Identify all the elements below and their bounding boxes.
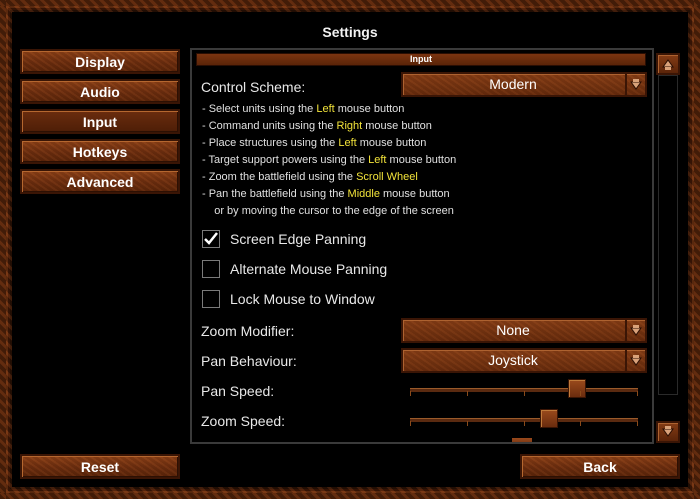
dropdown-arrow-icon <box>625 350 645 371</box>
slider-tick <box>637 391 638 396</box>
help-line: - Command units using the Right mouse bu… <box>202 120 432 132</box>
next-slider-thumb-partial <box>512 438 532 442</box>
slider-tick <box>410 421 411 426</box>
help-text: mouse button <box>379 188 450 200</box>
pan-speed-slider[interactable] <box>410 372 638 402</box>
help-text: - Select units using the <box>202 103 317 115</box>
slider-tick <box>580 421 581 426</box>
section-header: Input <box>196 53 646 66</box>
scroll-thumb[interactable] <box>658 75 678 395</box>
help-text: - Command units using the <box>202 120 337 132</box>
arrow-down-icon <box>662 426 674 437</box>
help-line: - Target support powers using the Left m… <box>202 154 456 166</box>
help-line: or by moving the cursor to the edge of t… <box>202 205 454 217</box>
dropdown-value: None <box>496 322 530 338</box>
slider-tick <box>467 391 468 396</box>
dropdown-arrow-icon <box>625 320 645 341</box>
slider-tick <box>410 391 411 396</box>
scroll-down-button[interactable] <box>656 421 680 443</box>
screen-edge-panning-checkbox[interactable] <box>202 230 220 248</box>
nav-item-label: Audio <box>80 83 120 100</box>
checkmark-icon <box>204 232 218 245</box>
arrow-up-icon <box>662 59 674 70</box>
lock-mouse-label: Lock Mouse to Window <box>230 291 375 307</box>
nav-item-hotkeys[interactable]: Hotkeys <box>20 139 180 164</box>
dropdown-arrow-icon <box>625 74 645 95</box>
dropdown-value: Joystick <box>488 352 538 368</box>
help-text: - Pan the battlefield using the <box>202 188 348 200</box>
help-line: - Select units using the Left mouse butt… <box>202 103 404 115</box>
zoom-modifier-dropdown[interactable]: None <box>401 318 647 343</box>
help-line: - Place structures using the Left mouse … <box>202 137 426 149</box>
zoom-modifier-label: Zoom Modifier: <box>201 323 295 339</box>
nav-item-audio[interactable]: Audio <box>20 79 180 104</box>
help-highlight: Middle <box>347 188 380 200</box>
slider-thumb[interactable] <box>568 379 586 398</box>
help-text: mouse button <box>334 103 405 115</box>
nav-item-label: Input <box>82 113 118 130</box>
help-highlight: Scroll Wheel <box>356 171 418 183</box>
nav-item-advanced[interactable]: Advanced <box>20 169 180 194</box>
slider-thumb[interactable] <box>540 409 558 428</box>
help-text: - Target support powers using the <box>202 154 369 166</box>
pan-behaviour-dropdown[interactable]: Joystick <box>401 348 647 373</box>
pan-speed-label: Pan Speed: <box>201 383 275 399</box>
zoom-speed-slider[interactable] <box>410 402 638 432</box>
nav-item-label: Display <box>75 53 125 70</box>
panel-scrollbar[interactable] <box>656 53 680 443</box>
settings-panel: Input Control Scheme: Modern - Select un… <box>190 48 654 444</box>
slider-tick <box>580 391 581 396</box>
help-highlight: Left <box>338 137 357 149</box>
control-scheme-label: Control Scheme: <box>201 79 306 95</box>
help-text: or by moving the cursor to the edge of t… <box>202 205 454 217</box>
alternate-mouse-panning-checkbox[interactable] <box>202 260 220 278</box>
back-button-label: Back <box>583 458 617 475</box>
help-text: mouse button <box>386 154 457 166</box>
dropdown-value: Modern <box>489 76 537 92</box>
slider-tick <box>637 421 638 426</box>
nav-item-label: Hotkeys <box>72 143 128 160</box>
help-highlight: Left <box>368 154 387 166</box>
nav-item-display[interactable]: Display <box>20 49 180 74</box>
help-highlight: Right <box>336 120 363 132</box>
nav-item-input[interactable]: Input <box>20 109 180 134</box>
help-text: mouse button <box>362 120 432 132</box>
nav-item-label: Advanced <box>66 173 134 190</box>
help-line: - Zoom the battlefield using the Scroll … <box>202 171 418 183</box>
lock-mouse-checkbox[interactable] <box>202 290 220 308</box>
help-text: - Place structures using the <box>202 137 339 149</box>
help-text: - Zoom the battlefield using the <box>202 171 357 183</box>
pan-behaviour-label: Pan Behaviour: <box>201 353 297 369</box>
screen-edge-panning-label: Screen Edge Panning <box>230 231 367 247</box>
slider-tick <box>467 421 468 426</box>
back-button[interactable]: Back <box>520 454 680 479</box>
scroll-up-button[interactable] <box>656 53 680 75</box>
slider-tick <box>524 421 525 426</box>
window-title: Settings <box>322 24 378 40</box>
reset-button-label: Reset <box>80 458 120 475</box>
alternate-mouse-panning-label: Alternate Mouse Panning <box>230 261 388 277</box>
reset-button[interactable]: Reset <box>20 454 180 479</box>
slider-tick <box>524 391 525 396</box>
help-line: - Pan the battlefield using the Middle m… <box>202 188 450 200</box>
help-highlight: Left <box>316 103 335 115</box>
control-scheme-dropdown[interactable]: Modern <box>401 72 647 97</box>
zoom-speed-label: Zoom Speed: <box>201 413 286 429</box>
help-text: mouse button <box>356 137 427 149</box>
